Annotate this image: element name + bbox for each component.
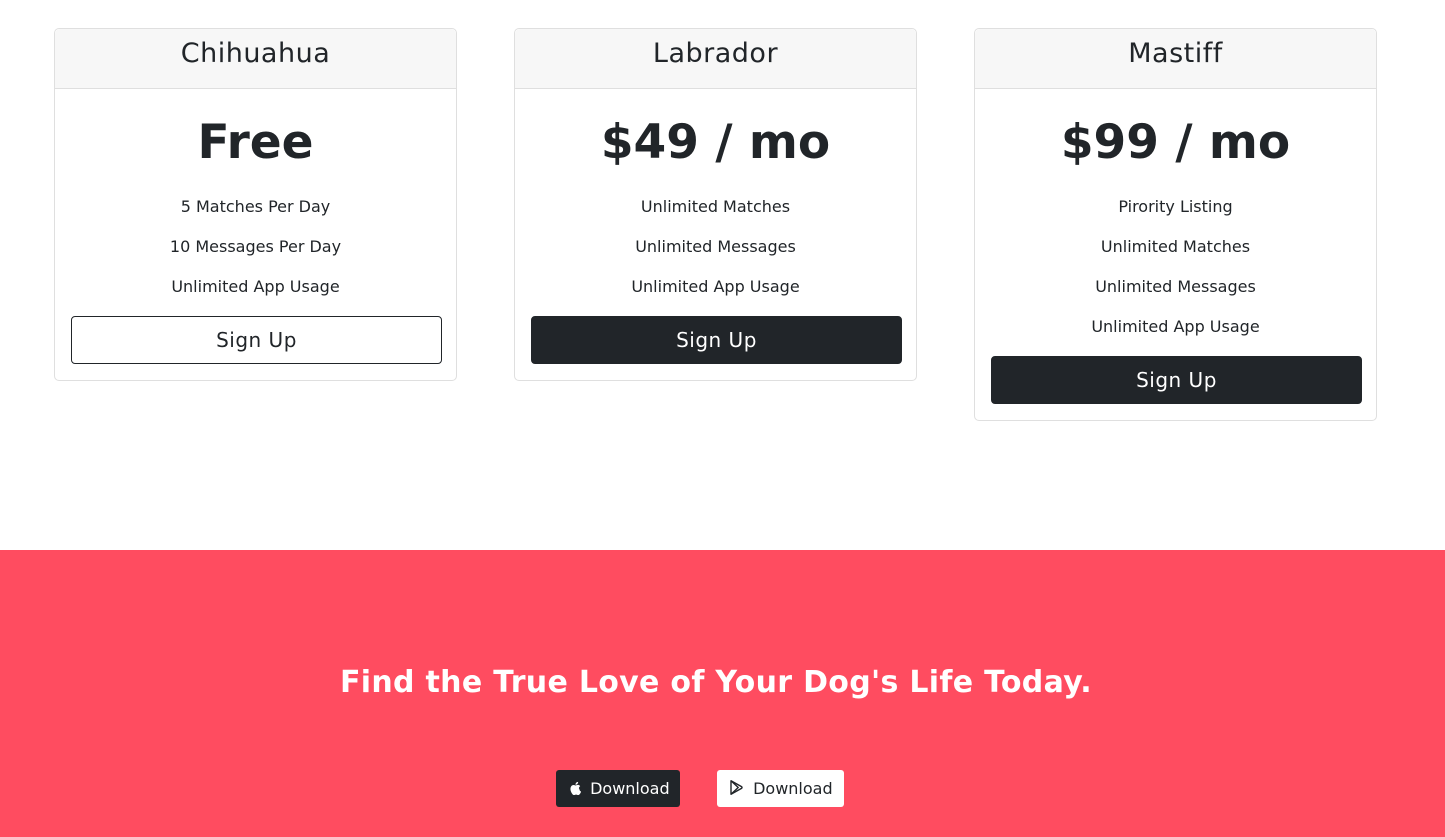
download-apple-label: Download xyxy=(590,779,670,798)
pricing-card-labrador: Labrador $49 / mo Unlimited Matches Unli… xyxy=(514,28,917,381)
sign-up-button-labrador[interactable]: Sign Up xyxy=(531,316,902,364)
pricing-card-mastiff: Mastiff $99 / mo Pirority Listing Unlimi… xyxy=(974,28,1377,421)
card-body: $99 / mo Pirority Listing Unlimited Matc… xyxy=(975,89,1376,420)
plan-price: $99 / mo xyxy=(1060,115,1291,170)
card-body: Free 5 Matches Per Day 10 Messages Per D… xyxy=(55,89,456,380)
plan-feature: 5 Matches Per Day xyxy=(180,197,331,216)
plan-feature: Pirority Listing xyxy=(1118,197,1233,216)
sign-up-button-mastiff[interactable]: Sign Up xyxy=(991,356,1362,404)
apple-icon xyxy=(569,779,590,798)
plan-feature: 10 Messages Per Day xyxy=(169,237,342,256)
download-apple-button[interactable]: Download xyxy=(556,770,680,807)
plan-name: Labrador xyxy=(515,29,916,89)
plan-price: $49 / mo xyxy=(600,115,831,170)
plan-feature: Unlimited App Usage xyxy=(171,277,340,296)
plan-feature: Unlimited Messages xyxy=(635,237,796,256)
cta-title: Find the True Love of Your Dog's Life To… xyxy=(339,665,1092,700)
plan-feature: Unlimited App Usage xyxy=(1091,317,1260,336)
plan-name: Chihuahua xyxy=(55,29,456,89)
plan-name: Mastiff xyxy=(975,29,1376,89)
google-play-icon xyxy=(730,779,753,798)
sign-up-button-chihuahua[interactable]: Sign Up xyxy=(71,316,442,364)
plan-feature: Unlimited App Usage xyxy=(631,277,800,296)
plan-feature: Unlimited Matches xyxy=(640,197,791,216)
pricing-card-chihuahua: Chihuahua Free 5 Matches Per Day 10 Mess… xyxy=(54,28,457,381)
plan-feature: Unlimited Matches xyxy=(1100,237,1251,256)
plan-feature: Unlimited Messages xyxy=(1095,277,1256,296)
download-play-label: Download xyxy=(753,779,833,798)
download-play-button[interactable]: Download xyxy=(717,770,844,807)
pricing-section: Chihuahua Free 5 Matches Per Day 10 Mess… xyxy=(0,0,1445,550)
card-body: $49 / mo Unlimited Matches Unlimited Mes… xyxy=(515,89,916,380)
plan-price: Free xyxy=(197,115,314,170)
cta-section: Find the True Love of Your Dog's Life To… xyxy=(0,550,1445,837)
